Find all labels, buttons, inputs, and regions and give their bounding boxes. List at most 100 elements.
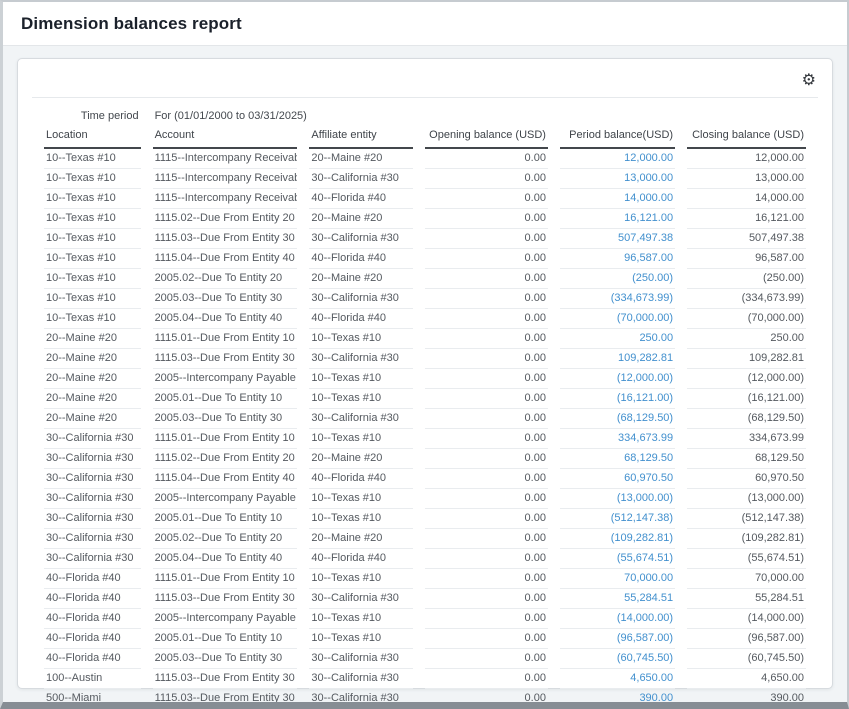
column-header-account: Account xyxy=(153,127,298,149)
report-settings-button[interactable]: ⚙ xyxy=(800,71,818,91)
affiliate-entity-cell: 10--Texas #10 xyxy=(309,369,413,389)
closing-balance-cell: (60,745.50) xyxy=(687,649,806,669)
period-balance-cell: 60,970.50 xyxy=(560,469,675,489)
period-balance-link[interactable]: 250.00 xyxy=(639,332,673,344)
period-balance-cell: 13,000.00 xyxy=(560,169,675,189)
opening-balance-cell: 0.00 xyxy=(425,649,548,669)
period-balance-link[interactable]: 14,000.00 xyxy=(624,192,673,204)
period-balance-link[interactable]: (68,129.50) xyxy=(617,412,673,424)
period-balance-link[interactable]: (70,000.00) xyxy=(617,312,673,324)
period-balance-link[interactable]: 12,000.00 xyxy=(624,152,673,164)
period-balance-link[interactable]: 68,129.50 xyxy=(624,452,673,464)
opening-balance-cell: 0.00 xyxy=(425,269,548,289)
location-cell: 30--California #30 xyxy=(44,489,141,509)
opening-balance-cell: 0.00 xyxy=(425,609,548,629)
affiliate-entity-cell: 20--Maine #20 xyxy=(309,529,413,549)
period-balance-link[interactable]: 55,284.51 xyxy=(624,592,673,604)
opening-balance-cell: 0.00 xyxy=(425,389,548,409)
period-balance-cell: (512,147.38) xyxy=(560,509,675,529)
location-cell: 30--California #30 xyxy=(44,449,141,469)
period-balance-link[interactable]: 334,673.99 xyxy=(618,432,673,444)
opening-balance-cell: 0.00 xyxy=(425,209,548,229)
closing-balance-cell: 109,282.81 xyxy=(687,349,806,369)
location-cell: 30--California #30 xyxy=(44,429,141,449)
time-period-label: Time period xyxy=(44,108,141,127)
opening-balance-cell: 0.00 xyxy=(425,629,548,649)
column-header-closing-balance: Closing balance (USD) xyxy=(687,127,806,149)
period-balance-link[interactable]: 390.00 xyxy=(639,692,673,704)
period-balance-link[interactable]: (250.00) xyxy=(632,272,673,284)
affiliate-entity-cell: 30--California #30 xyxy=(309,409,413,429)
location-cell: 20--Maine #20 xyxy=(44,409,141,429)
period-balance-link[interactable]: 60,970.50 xyxy=(624,472,673,484)
account-cell: 2005.03--Due To Entity 30 xyxy=(153,649,298,669)
location-cell: 500--Miami xyxy=(44,689,141,709)
period-balance-link[interactable]: (334,673.99) xyxy=(611,292,673,304)
period-balance-cell: (109,282.81) xyxy=(560,529,675,549)
closing-balance-cell: (512,147.38) xyxy=(687,509,806,529)
closing-balance-cell: (55,674.51) xyxy=(687,549,806,569)
closing-balance-cell: 334,673.99 xyxy=(687,429,806,449)
period-balance-link[interactable]: 507,497.38 xyxy=(618,232,673,244)
page-header: Dimension balances report xyxy=(3,2,847,46)
opening-balance-cell: 0.00 xyxy=(425,589,548,609)
gear-icon: ⚙ xyxy=(802,72,816,89)
period-balance-link[interactable]: (512,147.38) xyxy=(611,512,673,524)
period-balance-link[interactable]: 96,587.00 xyxy=(624,252,673,264)
table-row: 500--Miami1115.03--Due From Entity 3030-… xyxy=(44,689,806,709)
period-balance-link[interactable]: 109,282.81 xyxy=(618,352,673,364)
opening-balance-cell: 0.00 xyxy=(425,169,548,189)
period-balance-cell: 14,000.00 xyxy=(560,189,675,209)
toolbar-divider xyxy=(32,97,818,98)
period-balance-cell: (60,745.50) xyxy=(560,649,675,669)
closing-balance-cell: (109,282.81) xyxy=(687,529,806,549)
period-balance-link[interactable]: 70,000.00 xyxy=(624,572,673,584)
closing-balance-cell: 96,587.00 xyxy=(687,249,806,269)
closing-balance-cell: (70,000.00) xyxy=(687,309,806,329)
location-cell: 10--Texas #10 xyxy=(44,249,141,269)
period-balance-link[interactable]: (109,282.81) xyxy=(611,532,673,544)
location-cell: 30--California #30 xyxy=(44,509,141,529)
column-header-row: LocationAccountAffiliate entityOpening b… xyxy=(44,127,806,149)
period-balance-cell: 390.00 xyxy=(560,689,675,709)
opening-balance-cell: 0.00 xyxy=(425,429,548,449)
page-body: ⚙ Time period For (01/01/2000 to 03/31/2… xyxy=(3,46,847,701)
closing-balance-cell: (13,000.00) xyxy=(687,489,806,509)
table-row: 10--Texas #101115.02--Due From Entity 20… xyxy=(44,209,806,229)
table-row: 30--California #301115.04--Due From Enti… xyxy=(44,469,806,489)
location-cell: 10--Texas #10 xyxy=(44,149,141,169)
account-cell: 2005.04--Due To Entity 40 xyxy=(153,309,298,329)
period-balance-link[interactable]: (12,000.00) xyxy=(617,372,673,384)
account-cell: 1115.03--Due From Entity 30 xyxy=(153,689,298,709)
period-balance-cell: 16,121.00 xyxy=(560,209,675,229)
page-title: Dimension balances report xyxy=(21,14,242,34)
period-balance-link[interactable]: 4,650.00 xyxy=(630,672,673,684)
affiliate-entity-cell: 10--Texas #10 xyxy=(309,609,413,629)
period-balance-link[interactable]: 16,121.00 xyxy=(624,212,673,224)
affiliate-entity-cell: 40--Florida #40 xyxy=(309,189,413,209)
opening-balance-cell: 0.00 xyxy=(425,529,548,549)
period-balance-link[interactable]: (13,000.00) xyxy=(617,492,673,504)
affiliate-entity-cell: 20--Maine #20 xyxy=(309,449,413,469)
period-balance-cell: (14,000.00) xyxy=(560,609,675,629)
report-table-body: 10--Texas #101115--Intercompany Receivab… xyxy=(44,149,806,709)
affiliate-entity-cell: 10--Texas #10 xyxy=(309,389,413,409)
account-cell: 1115.03--Due From Entity 30 xyxy=(153,589,298,609)
closing-balance-cell: (68,129.50) xyxy=(687,409,806,429)
closing-balance-cell: 68,129.50 xyxy=(687,449,806,469)
location-cell: 20--Maine #20 xyxy=(44,349,141,369)
opening-balance-cell: 0.00 xyxy=(425,449,548,469)
period-balance-link[interactable]: (16,121.00) xyxy=(617,392,673,404)
affiliate-entity-cell: 20--Maine #20 xyxy=(309,149,413,169)
affiliate-entity-cell: 40--Florida #40 xyxy=(309,469,413,489)
period-balance-link[interactable]: (60,745.50) xyxy=(617,652,673,664)
period-balance-link[interactable]: 13,000.00 xyxy=(624,172,673,184)
period-balance-link[interactable]: (96,587.00) xyxy=(617,632,673,644)
time-period-row: Time period For (01/01/2000 to 03/31/202… xyxy=(44,108,806,127)
table-row: 10--Texas #101115--Intercompany Receivab… xyxy=(44,149,806,169)
affiliate-entity-cell: 30--California #30 xyxy=(309,289,413,309)
period-balance-link[interactable]: (14,000.00) xyxy=(617,612,673,624)
table-row: 10--Texas #101115--Intercompany Receivab… xyxy=(44,189,806,209)
period-balance-link[interactable]: (55,674.51) xyxy=(617,552,673,564)
period-balance-cell: 96,587.00 xyxy=(560,249,675,269)
